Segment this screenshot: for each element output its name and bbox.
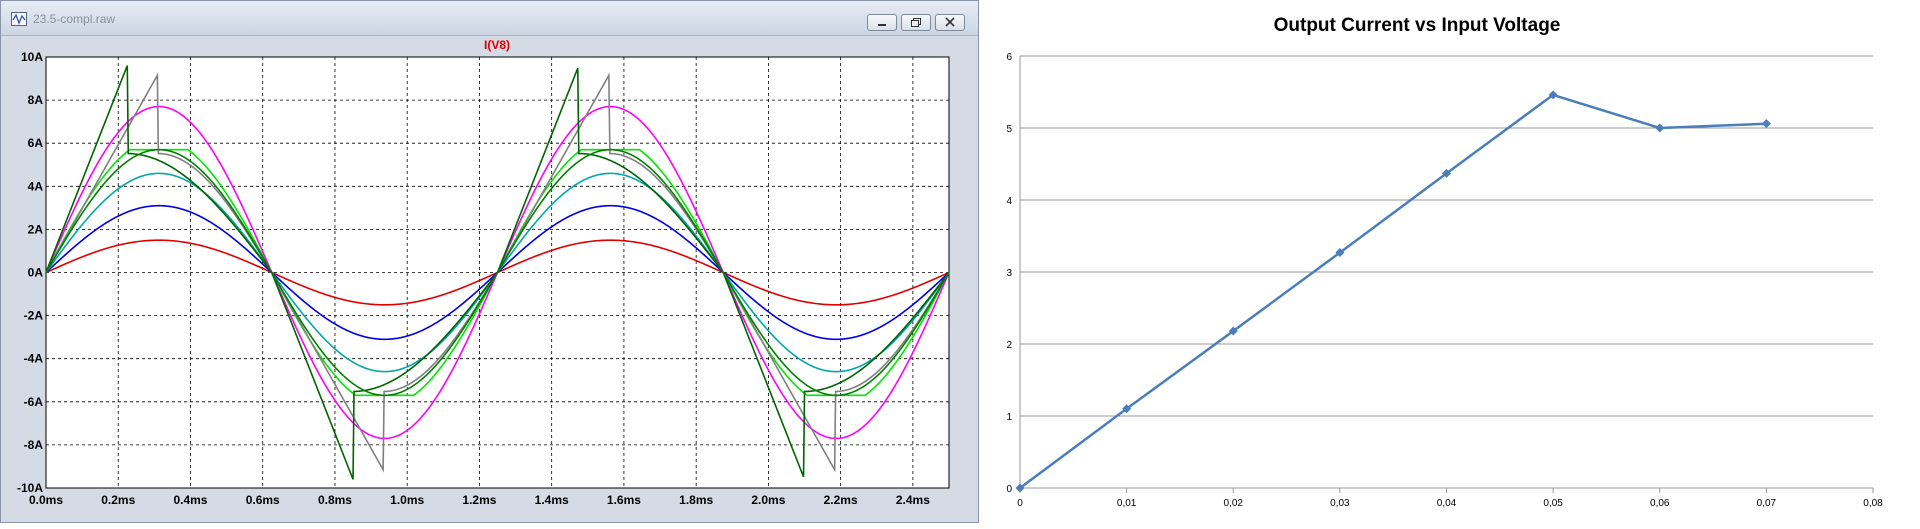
y-tick-label: -4A xyxy=(24,352,44,366)
data-point-marker xyxy=(1761,119,1771,129)
x-tick-label: 0.6ms xyxy=(246,493,280,507)
window-title: 23.5-compl.raw xyxy=(33,12,116,26)
y-tick-label: -6A xyxy=(24,395,44,409)
x-tick-label: 1.0ms xyxy=(390,493,424,507)
x-tick-label: 0.8ms xyxy=(318,493,352,507)
y-tick-label: -2A xyxy=(24,309,44,323)
minimize-button[interactable] xyxy=(867,14,897,31)
y-tick-label: 6 xyxy=(1006,52,1012,63)
close-button[interactable] xyxy=(935,14,965,31)
window-titlebar[interactable]: 23.5-compl.raw xyxy=(1,1,978,36)
x-tick-label: 0,01 xyxy=(1117,498,1137,509)
chart-title: Output Current vs Input Voltage xyxy=(1274,15,1561,36)
data-series-line xyxy=(1019,93,1767,490)
ltspice-window: 23.5-compl.raw 0.0ms 0.2ms 0.4ms 0.6ms 0.8ms… xyxy=(0,0,979,523)
chart-axis-ticks: 0 1 2 3 4 5 6 0 0,01 0,02 0,03 0,04 0,05 0,06 0,07 0,08 xyxy=(1006,52,1883,509)
minimize-icon xyxy=(878,24,886,26)
y-tick-label: 4 xyxy=(1006,196,1012,207)
y-tick-label: 10A xyxy=(21,50,43,64)
x-tick-label: 0,06 xyxy=(1650,498,1670,509)
x-tick-label: 2.2ms xyxy=(824,493,858,507)
x-tick-label: 0.0ms xyxy=(29,493,63,507)
x-tick-label: 2.4ms xyxy=(896,493,930,507)
restore-button[interactable] xyxy=(901,14,931,31)
y-tick-label: -8A xyxy=(24,438,44,452)
x-tick-label: 2.0ms xyxy=(751,493,785,507)
waveform-app-icon xyxy=(11,12,27,26)
x-tick-label: 0,05 xyxy=(1543,498,1563,509)
excel-chart-panel[interactable]: Output Current vs Input Voltage 01234560… xyxy=(980,0,1920,523)
x-tick-label: 0,03 xyxy=(1330,498,1350,509)
y-tick-label: 6A xyxy=(28,136,44,150)
x-tick-label: 0,08 xyxy=(1863,498,1883,509)
y-tick-label: 0 xyxy=(1006,484,1012,495)
y-tick-label: 0A xyxy=(28,266,44,280)
x-tick-label: 1.4ms xyxy=(535,493,569,507)
chart-series xyxy=(1015,90,1771,493)
y-tick-label: 3 xyxy=(1006,268,1012,279)
y-tick-label: -10A xyxy=(17,481,43,495)
x-tick-label: 0 xyxy=(1017,498,1023,509)
x-tick-label: 0.2ms xyxy=(101,493,135,507)
y-tick-label: 5 xyxy=(1006,124,1012,135)
waveform-chart: 0.0ms 0.2ms 0.4ms 0.6ms 0.8ms 1.0ms 1.2ms 1.4ms… xyxy=(17,38,950,507)
trace-label: I(V8) xyxy=(484,38,510,52)
y-tick-label: 2A xyxy=(28,222,44,236)
y-tick-label: 8A xyxy=(28,93,44,107)
restore-icon xyxy=(911,18,921,27)
y-tick-label: 2 xyxy=(1006,340,1012,351)
x-tick-label: 0,02 xyxy=(1224,498,1244,509)
x-tick-label: 0.4ms xyxy=(173,493,207,507)
x-tick-label: 1.6ms xyxy=(607,493,641,507)
y-tick-label: 1 xyxy=(1006,412,1012,423)
waveform-plot-area[interactable]: 0.0ms 0.2ms 0.4ms 0.6ms 0.8ms 1.0ms 1.2ms 1.4ms… xyxy=(1,35,978,524)
output-current-chart: Output Current vs Input Voltage 01234560… xyxy=(1006,15,1883,509)
x-tick-label: 1.2ms xyxy=(462,493,496,507)
data-point-marker xyxy=(1655,123,1665,133)
x-tick-label: 0,07 xyxy=(1757,498,1777,509)
x-tick-label: 1.8ms xyxy=(679,493,713,507)
chart-gridlines xyxy=(1019,55,1874,493)
y-tick-label: 4A xyxy=(28,179,44,193)
close-icon xyxy=(945,17,955,27)
x-tick-label: 0,04 xyxy=(1437,498,1457,509)
